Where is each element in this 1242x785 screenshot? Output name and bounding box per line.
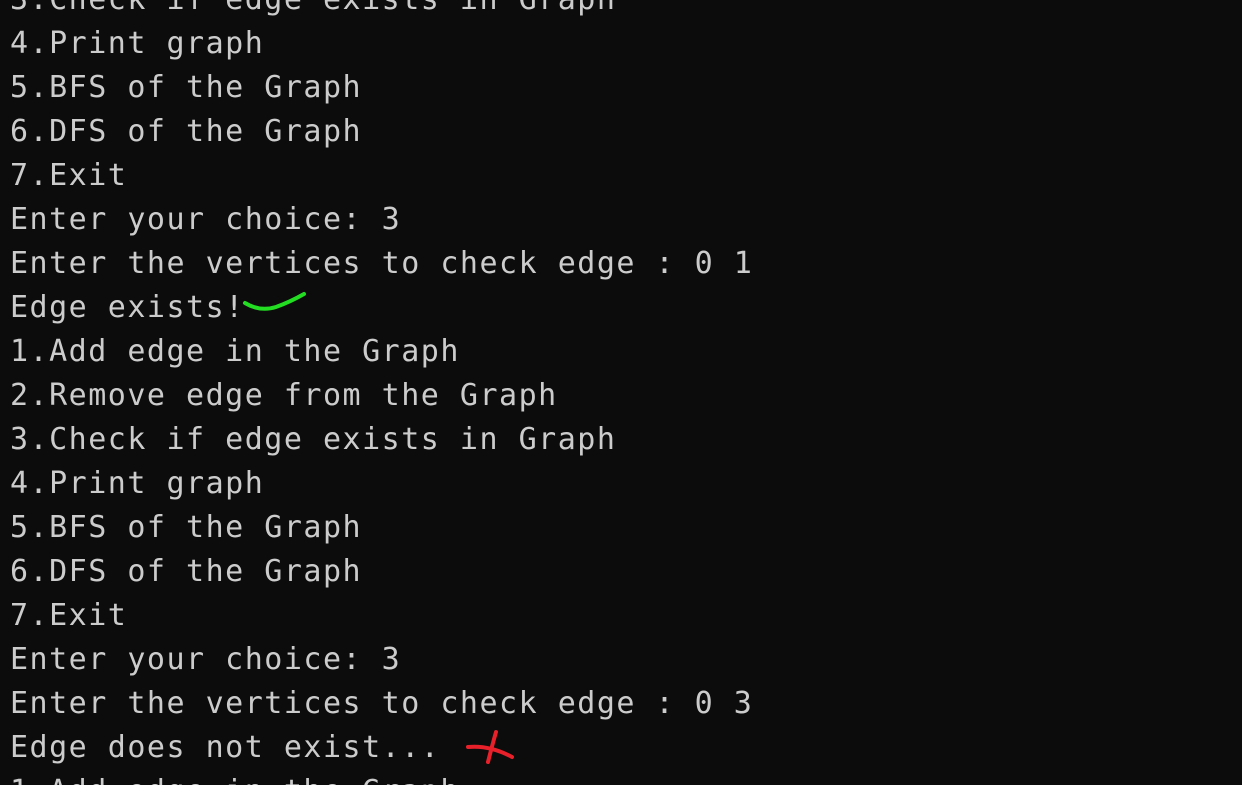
terminal-line: Enter your choice: 3	[10, 202, 402, 237]
terminal-line: 4.Print graph	[10, 26, 265, 61]
terminal-line: 7.Exit	[10, 158, 128, 193]
cross-icon	[466, 730, 514, 764]
terminal-line: 6.DFS of the Graph	[10, 114, 363, 149]
terminal-output: 3.Check if edge exists in Graph 4.Print …	[10, 0, 753, 785]
terminal-line: 1.Add edge in the Graph	[10, 770, 753, 785]
terminal-line: Enter the vertices to check edge : 0 3	[10, 686, 754, 721]
terminal-line: 7.Exit	[10, 598, 128, 633]
terminal-line: Edge does not exist...	[10, 730, 441, 765]
terminal-line: 5.BFS of the Graph	[10, 70, 363, 105]
terminal-line: 4.Print graph	[10, 466, 265, 501]
terminal-line: 1.Add edge in the Graph	[10, 334, 460, 369]
terminal-line: 5.BFS of the Graph	[10, 510, 363, 545]
terminal-line: Edge exists!	[10, 290, 245, 325]
terminal-line: 3.Check if edge exists in Graph	[10, 0, 753, 22]
terminal-line: Enter the vertices to check edge : 0 1	[10, 246, 754, 281]
terminal-line: 3.Check if edge exists in Graph	[10, 422, 617, 457]
terminal-window[interactable]: 3.Check if edge exists in Graph 4.Print …	[0, 0, 1242, 785]
checkmark-icon	[243, 292, 306, 311]
terminal-line: 6.DFS of the Graph	[10, 554, 363, 589]
terminal-line: 2.Remove edge from the Graph	[10, 378, 558, 413]
terminal-line: Enter your choice: 3	[10, 642, 402, 677]
